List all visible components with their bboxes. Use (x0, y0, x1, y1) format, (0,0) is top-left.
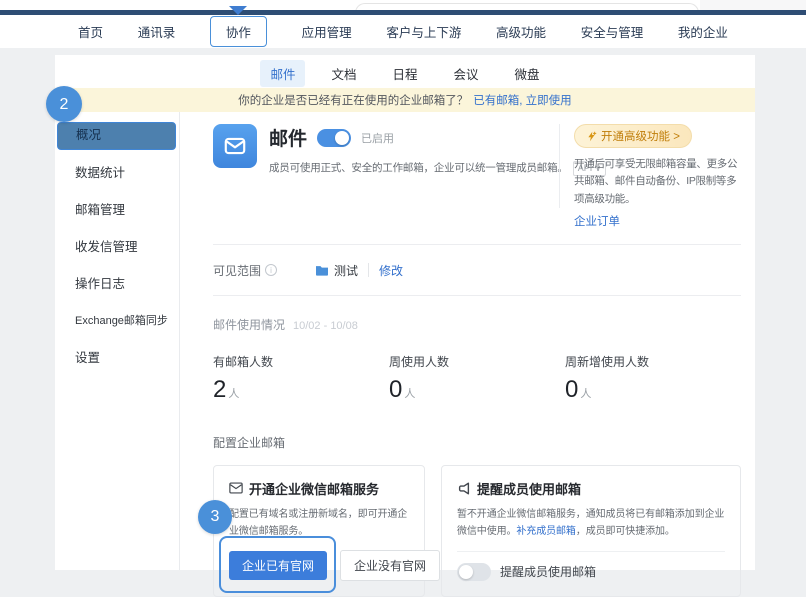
premium-panel: 开通高级功能 > 开通后可享受无限邮箱容量、更多公共邮箱、邮件自动备份、IP限制… (574, 124, 746, 230)
nav-item-contacts[interactable]: 通讯录 (138, 22, 176, 41)
mail-header-main: 邮件 已启用 成员可使用正式、安全的工作邮箱，企业可以统一管理成员邮箱。API … (269, 124, 545, 230)
stat-unit: 人 (580, 388, 591, 400)
toggle-knob (459, 565, 473, 579)
scope-tag-label: 测试 (334, 262, 358, 279)
mail-app-icon (213, 124, 257, 168)
nav-item-my-company[interactable]: 我的企业 (678, 22, 728, 41)
stat-unit: 人 (404, 388, 415, 400)
tab-calendar[interactable]: 日程 (382, 60, 427, 87)
toggle-knob (335, 131, 349, 145)
section-divider (213, 295, 741, 296)
tab-docs[interactable]: 文档 (321, 60, 366, 87)
active-tab-pointer-icon (229, 6, 247, 15)
nav-item-collaboration[interactable]: 协作 (210, 16, 267, 47)
stat-value: 0 (565, 376, 578, 403)
page-title: 邮件 (269, 124, 307, 151)
usage-date-range: 10/02 - 10/08 (293, 320, 358, 332)
header-divider (559, 124, 560, 208)
mail-header: 邮件 已启用 成员可使用正式、安全的工作邮箱，企业可以统一管理成员邮箱。API … (213, 124, 741, 230)
stat-value: 0 (389, 376, 402, 403)
card-description-after: ，成员即可快捷添加。 (576, 526, 675, 537)
remind-members-card: 提醒成员使用邮箱 暂不开通企业微信邮箱服务，通知成员将已有邮箱添加到企业微信中使… (441, 465, 741, 597)
nav-item-security[interactable]: 安全与管理 (581, 22, 644, 41)
card-description: 配置已有域名或注册新域名，即可开通企业微信邮箱服务。 (229, 506, 409, 541)
visible-range-row: 可见范围 i 测试 修改 (213, 245, 741, 295)
nav-item-customers[interactable]: 客户与上下游 (386, 22, 461, 41)
stat-value: 2 (213, 376, 226, 403)
banner-link[interactable]: 已有邮箱, 立即使用 (473, 92, 571, 108)
nav-item-label: 协作 (226, 26, 251, 40)
megaphone-icon (457, 482, 471, 495)
mail-sidebar: 2 概况 数据统计 邮箱管理 收发信管理 操作日志 Exchange邮箱同步 设… (55, 112, 180, 570)
mail-description: 成员可使用正式、安全的工作邮箱，企业可以统一管理成员邮箱。 (269, 162, 568, 174)
sidebar-item-operation-log[interactable]: 操作日志 (55, 271, 179, 298)
spark-icon (586, 131, 597, 142)
stat-label: 周新增使用人数 (565, 353, 741, 370)
folder-icon (315, 264, 329, 276)
stat-unit: 人 (228, 388, 239, 400)
mail-enabled-toggle[interactable] (317, 129, 351, 147)
scope-tag: 测试 (315, 262, 358, 279)
banner-text: 你的企业是否已经有正在使用的企业邮箱了？ (238, 92, 468, 108)
premium-upgrade-button[interactable]: 开通高级功能 > (574, 124, 692, 148)
stat-label: 周使用人数 (389, 353, 565, 370)
info-icon[interactable]: i (265, 264, 277, 276)
window-shade (700, 0, 806, 10)
stat-mailbox-members: 有邮箱人数 2人 (213, 353, 389, 404)
modify-scope-link[interactable]: 修改 (379, 262, 403, 279)
collab-subtabs: 邮件 文档 日程 会议 微盘 (55, 55, 755, 88)
enterprise-order-link[interactable]: 企业订单 (574, 213, 620, 229)
step-2-badge: 2 (46, 86, 82, 122)
remind-members-toggle[interactable] (457, 563, 491, 581)
notice-banner: 你的企业是否已经有正在使用的企业邮箱了？ 已有邮箱, 立即使用 (55, 88, 755, 112)
envelope-icon (222, 133, 248, 159)
no-website-button[interactable]: 企业没有官网 (340, 550, 440, 581)
card-title: 开通企业微信邮箱服务 (249, 479, 379, 498)
remind-toggle-label: 提醒成员使用邮箱 (500, 563, 596, 580)
premium-description: 开通后可享受无限邮箱容量、更多公共邮箱、邮件自动备份、IP限制等多项高级功能。 (574, 156, 746, 208)
top-navigation: 首页 通讯录 协作 应用管理 客户与上下游 高级功能 安全与管理 我的企业 (0, 15, 806, 48)
sidebar-item-label: 概况 (76, 128, 101, 142)
step-3-badge: 3 (198, 500, 232, 534)
has-website-button[interactable]: 企业已有官网 (229, 551, 327, 580)
nav-item-advanced[interactable]: 高级功能 (496, 22, 546, 41)
nav-item-app-management[interactable]: 应用管理 (302, 22, 352, 41)
supplement-mailbox-link[interactable]: 补充成员邮箱 (516, 526, 575, 537)
sidebar-item-exchange-sync[interactable]: Exchange邮箱同步 (55, 308, 179, 335)
usage-title: 邮件使用情况 (213, 316, 285, 333)
window-top-strip (0, 0, 806, 10)
sidebar-item-statistics[interactable]: 数据统计 (55, 160, 179, 187)
card-title: 提醒成员使用邮箱 (477, 479, 581, 498)
sidebar-item-send-receive[interactable]: 收发信管理 (55, 234, 179, 261)
scope-separator (368, 263, 369, 277)
premium-button-label: 开通高级功能 > (601, 128, 680, 144)
sidebar-item-mailbox-management[interactable]: 邮箱管理 (55, 197, 179, 224)
nav-item-home[interactable]: 首页 (78, 22, 103, 41)
main-panel: 邮件 文档 日程 会议 微盘 你的企业是否已经有正在使用的企业邮箱了？ 已有邮箱… (55, 55, 755, 570)
stat-label: 有邮箱人数 (213, 353, 389, 370)
config-section: 配置企业邮箱 开通企业微信邮箱服务 配置已有域名或注册新域名，即可开通企业微信邮… (213, 434, 741, 597)
sidebar-item-settings[interactable]: 设置 (55, 345, 179, 372)
mail-status-text: 已启用 (361, 130, 394, 146)
stat-weekly-active: 周使用人数 0人 (389, 353, 565, 404)
config-section-title: 配置企业邮箱 (213, 434, 741, 451)
sidebar-item-overview[interactable]: 2 概况 (57, 122, 176, 150)
visible-range-label: 可见范围 (213, 262, 261, 279)
envelope-outline-icon (229, 482, 243, 494)
card-divider (457, 551, 725, 552)
open-mailbox-card: 开通企业微信邮箱服务 配置已有域名或注册新域名，即可开通企业微信邮箱服务。 3 … (213, 465, 425, 597)
mail-header-left: 邮件 已启用 成员可使用正式、安全的工作邮箱，企业可以统一管理成员邮箱。API … (213, 124, 545, 230)
usage-section: 邮件使用情况 10/02 - 10/08 有邮箱人数 2人 周使用人数 0人 (213, 316, 741, 404)
stat-weekly-new: 周新增使用人数 0人 (565, 353, 741, 404)
tab-drive[interactable]: 微盘 (505, 60, 550, 87)
tab-mail[interactable]: 邮件 (260, 60, 305, 87)
tab-meeting[interactable]: 会议 (444, 60, 489, 87)
mail-overview-content: 邮件 已启用 成员可使用正式、安全的工作邮箱，企业可以统一管理成员邮箱。API … (213, 112, 741, 597)
